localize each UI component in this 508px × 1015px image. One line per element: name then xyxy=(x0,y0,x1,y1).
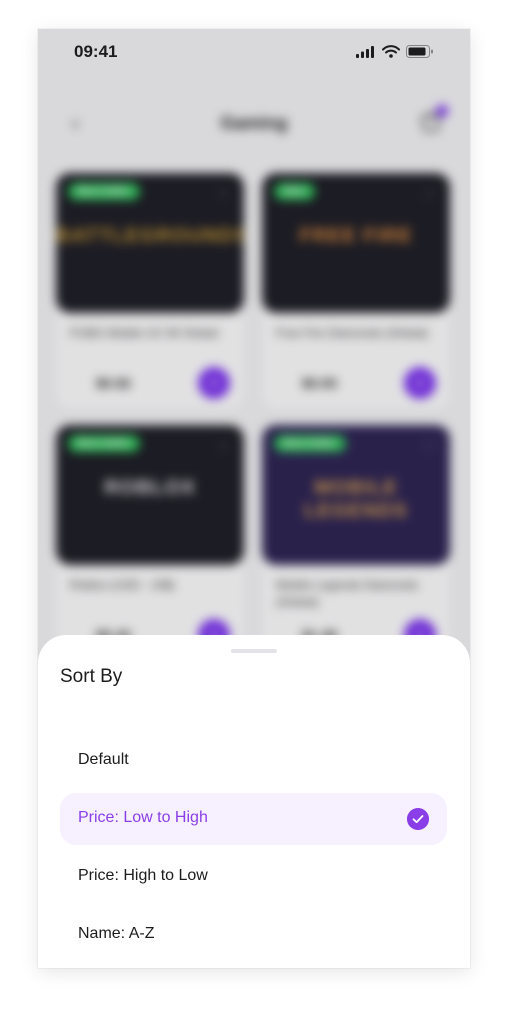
sort-option-price-low-to-high[interactable]: Price: Low to High xyxy=(60,793,447,845)
battery-icon xyxy=(406,45,433,58)
sort-option-name-a-z[interactable]: Name: A-Z xyxy=(60,909,447,961)
signal-icon xyxy=(356,45,374,58)
sort-bottom-sheet: Sort By Default Price: Low to High Price… xyxy=(38,635,470,968)
phone-screen: ‹ Gaming Best Seller ♡ BATTLEGROUNDS PUB… xyxy=(38,29,470,968)
sort-option-label: Price: Low to High xyxy=(78,809,208,826)
sort-option-label: Name: A-Z xyxy=(78,925,155,942)
check-icon xyxy=(407,808,429,830)
status-bar: 09:41 xyxy=(38,29,470,77)
sort-option-label: Price: High to Low xyxy=(78,867,208,884)
status-time: 09:41 xyxy=(74,42,118,61)
sort-option-default[interactable]: Default xyxy=(60,735,447,787)
sheet-drag-handle[interactable] xyxy=(231,649,277,653)
wifi-icon xyxy=(382,45,400,58)
sort-option-price-high-to-low[interactable]: Price: High to Low xyxy=(60,851,447,903)
status-icons xyxy=(356,45,434,58)
sheet-title: Sort By xyxy=(60,666,123,687)
sort-option-label: Default xyxy=(78,751,129,768)
